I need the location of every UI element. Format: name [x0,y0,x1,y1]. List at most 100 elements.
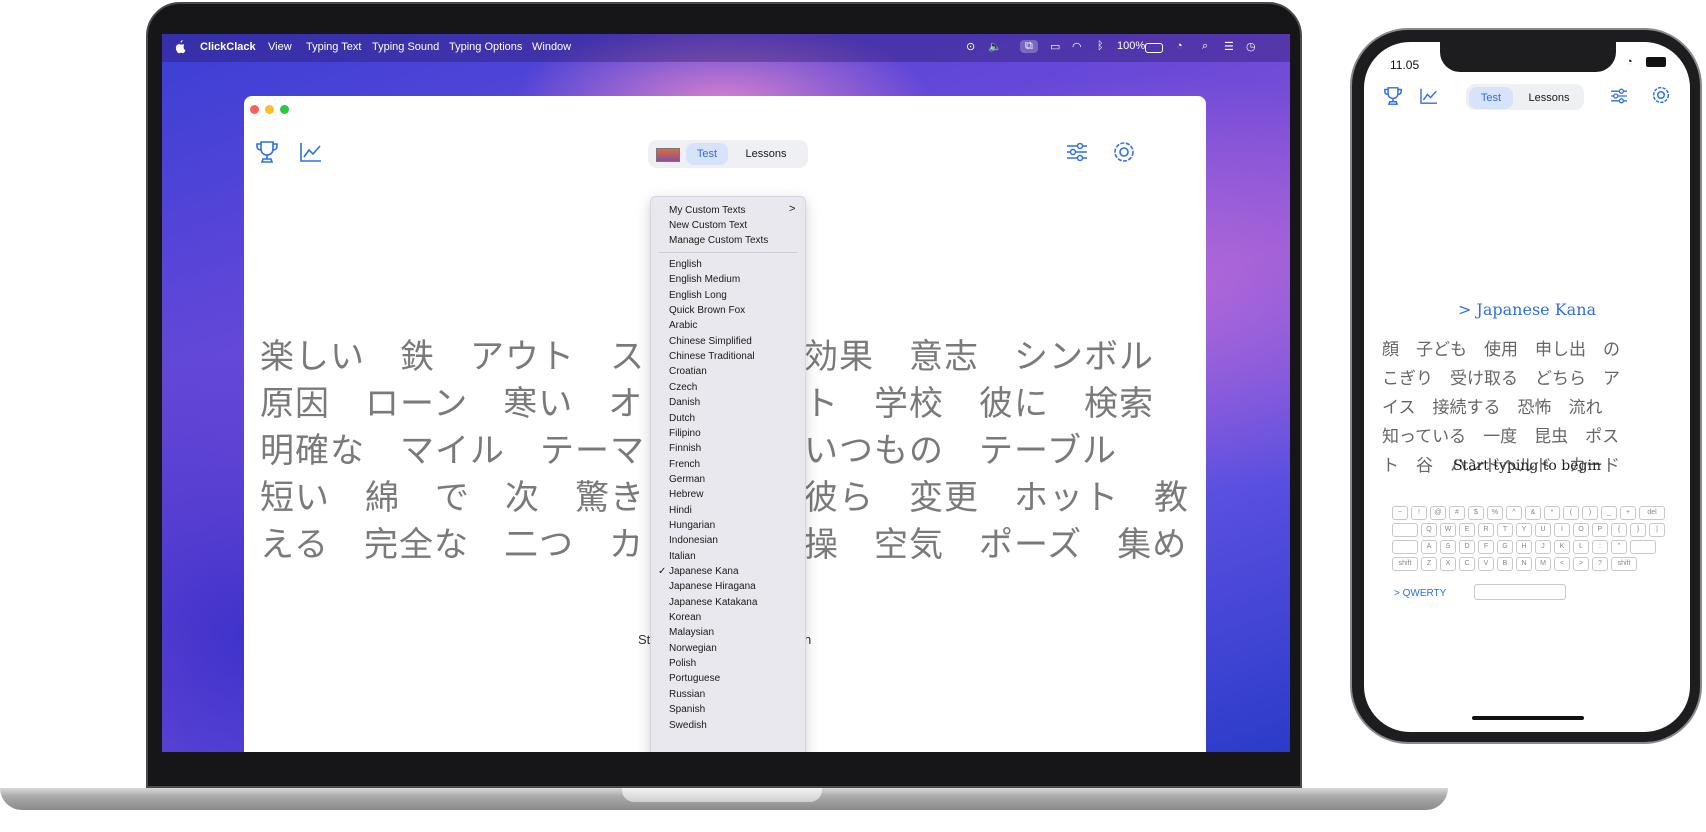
keyboard-key: _ [1601,506,1617,520]
play-icon[interactable]: ⊙ [966,40,975,53]
keyboard-key: ^ [1506,506,1522,520]
keyboard-key-label: H [1521,543,1527,550]
menu-item-language[interactable]: Chinese Simplified [669,336,752,347]
window-switch-icon[interactable]: ⧉ [1020,40,1038,53]
keyboard-key-label: ) [1588,509,1592,516]
menu-item-language[interactable]: Polish [669,658,696,669]
keyboard-key: ) [1582,506,1598,520]
menu-app-name[interactable]: ClickClack [200,41,256,53]
typing-line: イス 接続する 恐怖 流れ [1382,398,1603,418]
volume-icon[interactable]: 🔈 [988,40,1002,53]
menu-item-language[interactable]: Russian [669,689,705,700]
apple-icon[interactable] [174,40,186,54]
battery-icon[interactable] [1145,43,1163,53]
keyboard-key-label: F [1483,543,1489,550]
menu-item-manage-custom-texts[interactable]: Manage Custom Texts [669,235,768,246]
sliders-icon[interactable] [1066,142,1088,162]
tab-lessons[interactable]: Lessons [736,143,796,165]
menu-item-language[interactable]: Spanish [669,704,705,715]
airplay-icon[interactable]: ◠ [1072,40,1082,53]
close-button[interactable] [250,105,259,114]
menu-item-language[interactable]: Portuguese [669,673,720,684]
menu-item-language[interactable]: Hungarian [669,520,715,531]
typing-line: 操 空気 ポーズ 集め [804,526,1188,564]
typing-line: 彼ら 変更 ホット 教 [804,479,1189,517]
control-center-icon[interactable]: ☰ [1224,40,1234,53]
menu-item-language[interactable]: English Long [669,290,727,301]
menu-item-language[interactable]: Czech [669,382,697,393]
menu-item-language[interactable]: Japanese Kana [669,566,739,577]
menu-item-language[interactable]: Korean [669,612,701,623]
menu-typing-text[interactable]: Typing Text [306,41,361,53]
menu-item-language[interactable]: Filipino [669,428,701,439]
keyboard-key-label: X [1445,560,1451,567]
typing-input-field[interactable] [1474,584,1566,600]
keyboard-key-label: Q [1426,526,1432,533]
menu-item-language[interactable]: Croatian [669,366,707,377]
menu-item-language[interactable]: Italian [669,551,696,562]
menu-separator [659,252,797,253]
keyboard-key: " [1611,540,1627,554]
search-icon[interactable]: ⌕ [1202,40,1208,53]
typing-line: 効果 意志 シンボル [804,338,1154,376]
menu-item-language[interactable]: Hindi [669,505,692,516]
menu-item-language[interactable]: Japanese Hiragana [669,581,756,592]
menu-item-my-custom-texts[interactable]: My Custom Texts [669,205,746,216]
menu-item-language[interactable]: English Medium [669,274,740,285]
settings-gear-icon[interactable] [1652,86,1670,104]
keyboard-key: S [1440,540,1456,554]
menu-item-new-custom-text[interactable]: New Custom Text [669,220,747,231]
trophy-icon[interactable] [256,140,278,164]
minimize-button[interactable] [265,105,274,114]
keyboard-key: W [1440,523,1456,537]
menu-item-language[interactable]: Japanese Katakana [669,597,757,608]
text-selector-title[interactable]: > Japanese Kana [1364,300,1690,319]
clock-icon[interactable]: ◷ [1246,40,1256,53]
flag-icon[interactable] [656,148,680,162]
laptop-hinge-notch [622,788,822,802]
tab-test[interactable]: Test [1469,87,1513,109]
display-icon[interactable]: ▭ [1050,40,1060,53]
menu-item-language[interactable]: French [669,459,700,470]
keyboard-key: P [1592,523,1608,537]
keyboard-key-label: O [1578,526,1584,533]
menu-item-language[interactable]: Indonesian [669,535,718,546]
menu-item-language[interactable]: Swedish [669,720,707,731]
chart-icon[interactable] [300,142,322,162]
menu-item-language[interactable]: English [669,259,702,270]
keyboard-key-label: J [1541,543,1545,550]
menu-item-language[interactable]: Norwegian [669,643,717,654]
mode-segmented-control: Test Lessons [1466,84,1584,110]
chart-icon[interactable] [1420,88,1438,104]
menu-typing-sound[interactable]: Typing Sound [372,41,439,53]
keyboard-key: ! [1411,506,1427,520]
menu-typing-options[interactable]: Typing Options [449,41,522,53]
menu-window[interactable]: Window [532,41,571,53]
sliders-icon[interactable] [1610,88,1628,104]
menu-item-language[interactable]: Malaysian [669,627,714,638]
keyboard-key: O [1573,523,1589,537]
menu-item-language[interactable]: Chinese Traditional [669,351,755,362]
settings-gear-icon[interactable] [1113,141,1135,163]
keyboard-key: A [1421,540,1437,554]
tab-lessons[interactable]: Lessons [1518,87,1580,109]
menu-item-language[interactable]: Danish [669,397,700,408]
keyboard-key-label: C [1464,560,1470,567]
menu-item-language[interactable]: Arabic [669,320,697,331]
zoom-button[interactable] [280,105,289,114]
wifi-icon[interactable]: ◔ [1176,40,1183,52]
menu-item-language[interactable]: Finnish [669,443,701,454]
keyboard-key-label: G [1502,543,1508,550]
menu-item-language[interactable]: Hebrew [669,489,703,500]
tab-test[interactable]: Test [686,143,728,165]
menu-view[interactable]: View [268,41,292,53]
bluetooth-icon[interactable]: ᛒ [1097,40,1104,52]
menu-item-language[interactable]: Quick Brown Fox [669,305,745,316]
menu-item-language[interactable]: Dutch [669,413,695,424]
typing-text-area-right: 効果 意志 シンボル ト 学校 彼に 検索 いつもの テーブル 彼ら 変更 ホッ… [804,334,1194,569]
keyboard-layout-selector[interactable]: > QWERTY [1394,588,1446,599]
keyboard-key: F [1478,540,1494,554]
keyboard-key-label: ? [1598,560,1602,567]
trophy-icon[interactable] [1384,86,1402,106]
menu-item-language[interactable]: German [669,474,705,485]
